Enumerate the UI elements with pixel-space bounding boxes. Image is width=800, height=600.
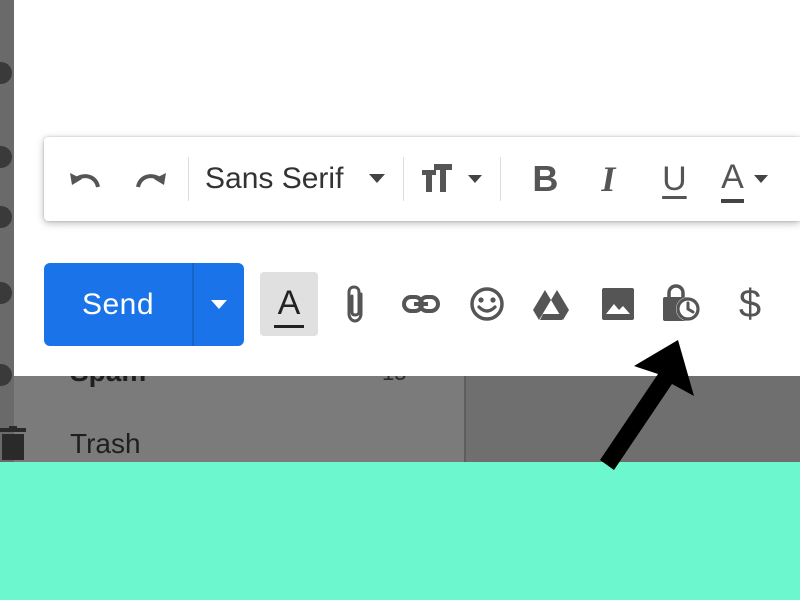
- text-size-button[interactable]: [410, 154, 494, 204]
- attach-icon: [347, 285, 363, 323]
- send-money-button[interactable]: $: [734, 272, 766, 336]
- formatting-toolbar: Sans Serif B I U A: [44, 137, 800, 221]
- insert-emoji-button[interactable]: [466, 272, 508, 336]
- text-color-icon: A: [721, 158, 744, 203]
- bold-button[interactable]: B: [515, 154, 575, 204]
- chevron-down-icon: [468, 174, 483, 183]
- italic-icon: I: [601, 159, 616, 199]
- trash-icon: [0, 426, 26, 460]
- send-button-group: Send: [44, 263, 244, 346]
- redo-button[interactable]: [118, 154, 182, 204]
- confidential-mode-button[interactable]: [660, 272, 704, 336]
- formatting-options-button[interactable]: A: [260, 272, 318, 336]
- nav-item-trash[interactable]: Trash: [70, 428, 141, 460]
- insert-photo-button[interactable]: [598, 272, 638, 336]
- font-family-select[interactable]: Sans Serif: [195, 154, 397, 204]
- chevron-down-icon: [211, 299, 227, 309]
- more-send-options-button[interactable]: [194, 263, 244, 346]
- insert-link-button[interactable]: [398, 272, 444, 336]
- font-family-value: Sans Serif: [205, 162, 344, 195]
- link-icon: [402, 295, 440, 313]
- text-size-icon: [422, 164, 453, 192]
- toolbar-divider: [188, 157, 189, 201]
- underline-button[interactable]: U: [641, 154, 707, 204]
- undo-icon: [70, 173, 100, 188]
- undo-button[interactable]: [54, 154, 118, 204]
- send-money-icon: $: [738, 281, 762, 326]
- chevron-down-icon: [369, 174, 386, 183]
- text-color-button[interactable]: A: [707, 154, 781, 204]
- pointer-arrow-icon: [600, 340, 694, 470]
- photo-icon: [602, 288, 634, 320]
- redo-icon: [136, 173, 166, 188]
- formatting-options-icon: A: [273, 284, 304, 328]
- confidential-mode-icon: [663, 284, 700, 321]
- italic-button[interactable]: I: [575, 154, 641, 204]
- toolbar-divider: [403, 157, 405, 201]
- drive-icon: [533, 290, 569, 320]
- emoji-icon: [470, 287, 504, 321]
- underline-icon: U: [662, 159, 687, 198]
- attach-files-button[interactable]: [336, 272, 376, 336]
- send-button[interactable]: Send: [44, 263, 192, 346]
- chevron-down-icon: [753, 174, 768, 183]
- bold-icon: B: [532, 158, 559, 199]
- toolbar-divider: [500, 157, 502, 201]
- insert-drive-file-button[interactable]: [530, 272, 572, 336]
